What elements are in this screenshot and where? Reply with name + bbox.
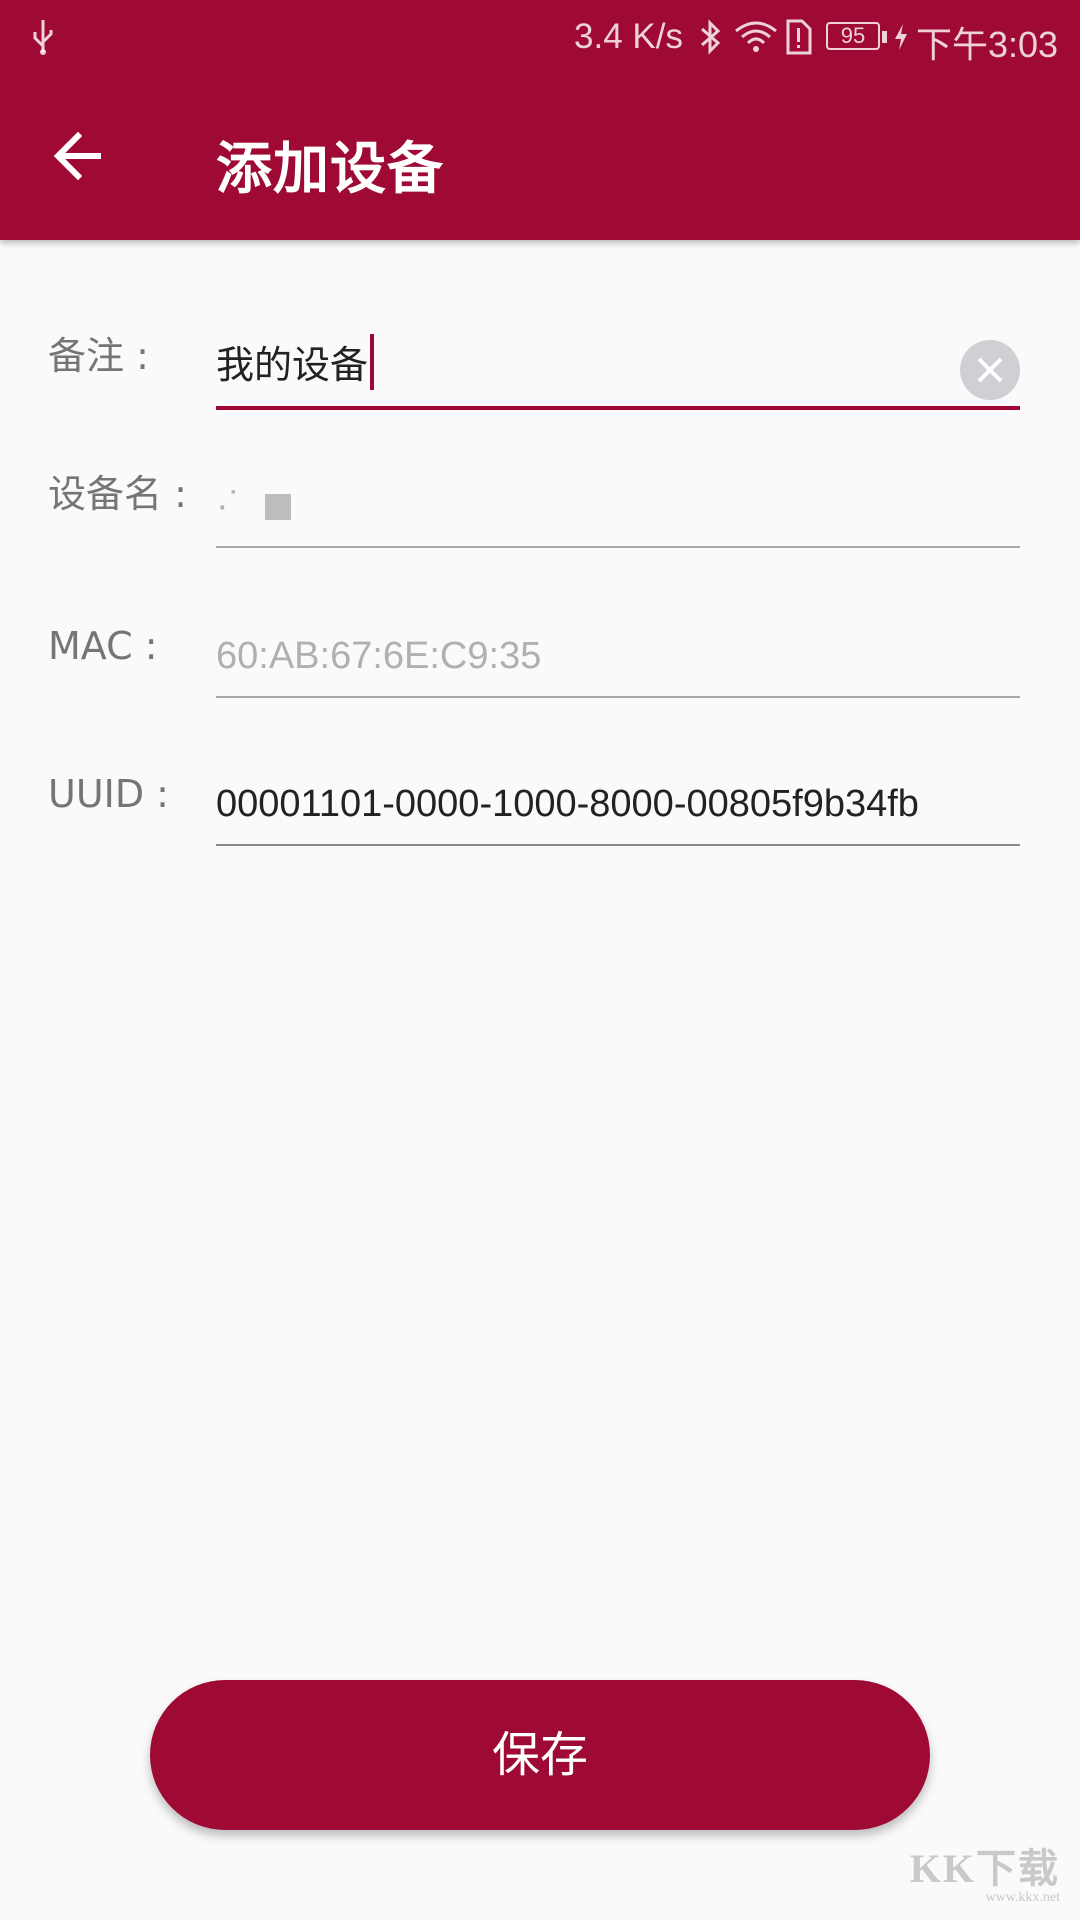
battery-tip xyxy=(882,31,887,43)
app-bar: 3.4 K/s 95 下午3:03 添加设备 xyxy=(0,0,1080,240)
usb-icon xyxy=(33,20,53,55)
uuid-row: UUID : 00001101-0000-1000-8000-00805f9b3… xyxy=(0,736,1080,846)
battery-level: 95 xyxy=(840,23,866,48)
mac-underline xyxy=(216,696,1020,698)
close-icon xyxy=(977,357,1003,383)
device-name-label: 设备名 : xyxy=(48,472,187,516)
masked-block xyxy=(265,494,292,520)
mac-field[interactable]: 60:AB:67:6E:C9:35 xyxy=(216,588,1020,698)
remark-field[interactable]: 我的设备 xyxy=(216,300,1020,410)
bluetooth-icon xyxy=(701,19,721,55)
remark-value: 我的设备 xyxy=(216,345,369,387)
watermark-logo: KK下载 xyxy=(909,1846,1060,1891)
status-bar: 3.4 K/s 95 下午3:03 xyxy=(0,0,1080,76)
uuid-value: 00001101-0000-1000-8000-00805f9b34fb xyxy=(216,783,919,825)
uuid-label: UUID : xyxy=(48,772,169,816)
device-name-value-wrap: ·˙ xyxy=(216,485,292,528)
device-name-row: 设备名 : ·˙ xyxy=(0,438,1080,548)
network-speed: 3.4 K/s xyxy=(574,17,683,56)
remark-underline xyxy=(216,406,1020,410)
mac-row: MAC : 60:AB:67:6E:C9:35 xyxy=(0,588,1080,698)
charging-icon xyxy=(895,24,907,50)
mac-value: 60:AB:67:6E:C9:35 xyxy=(216,635,542,677)
remark-row: 备注 : 我的设备 xyxy=(0,300,1080,410)
clear-button[interactable] xyxy=(960,340,1020,400)
text-caret xyxy=(370,334,375,390)
watermark: KK下载 www.kkx.net xyxy=(910,1836,1060,1906)
remark-value-wrap: 我的设备 xyxy=(216,334,375,390)
battery-icon: 95 xyxy=(826,22,880,50)
device-name-underline xyxy=(216,546,1020,548)
uuid-field[interactable]: 00001101-0000-1000-8000-00805f9b34fb xyxy=(216,736,1020,846)
device-name-value: ·˙ xyxy=(216,485,242,527)
back-button[interactable] xyxy=(48,122,116,190)
page-title: 添加设备 xyxy=(216,137,444,202)
wifi-icon xyxy=(735,21,777,52)
save-button[interactable]: 保存 xyxy=(150,1680,930,1830)
mac-label: MAC : xyxy=(48,624,158,668)
status-time: 下午3:03 xyxy=(916,24,1059,65)
uuid-underline xyxy=(216,844,1020,846)
arrow-left-icon xyxy=(53,131,101,181)
remark-label: 备注 : xyxy=(48,334,149,378)
device-name-field[interactable]: ·˙ xyxy=(216,438,1020,548)
sim-alert-icon xyxy=(786,19,812,55)
